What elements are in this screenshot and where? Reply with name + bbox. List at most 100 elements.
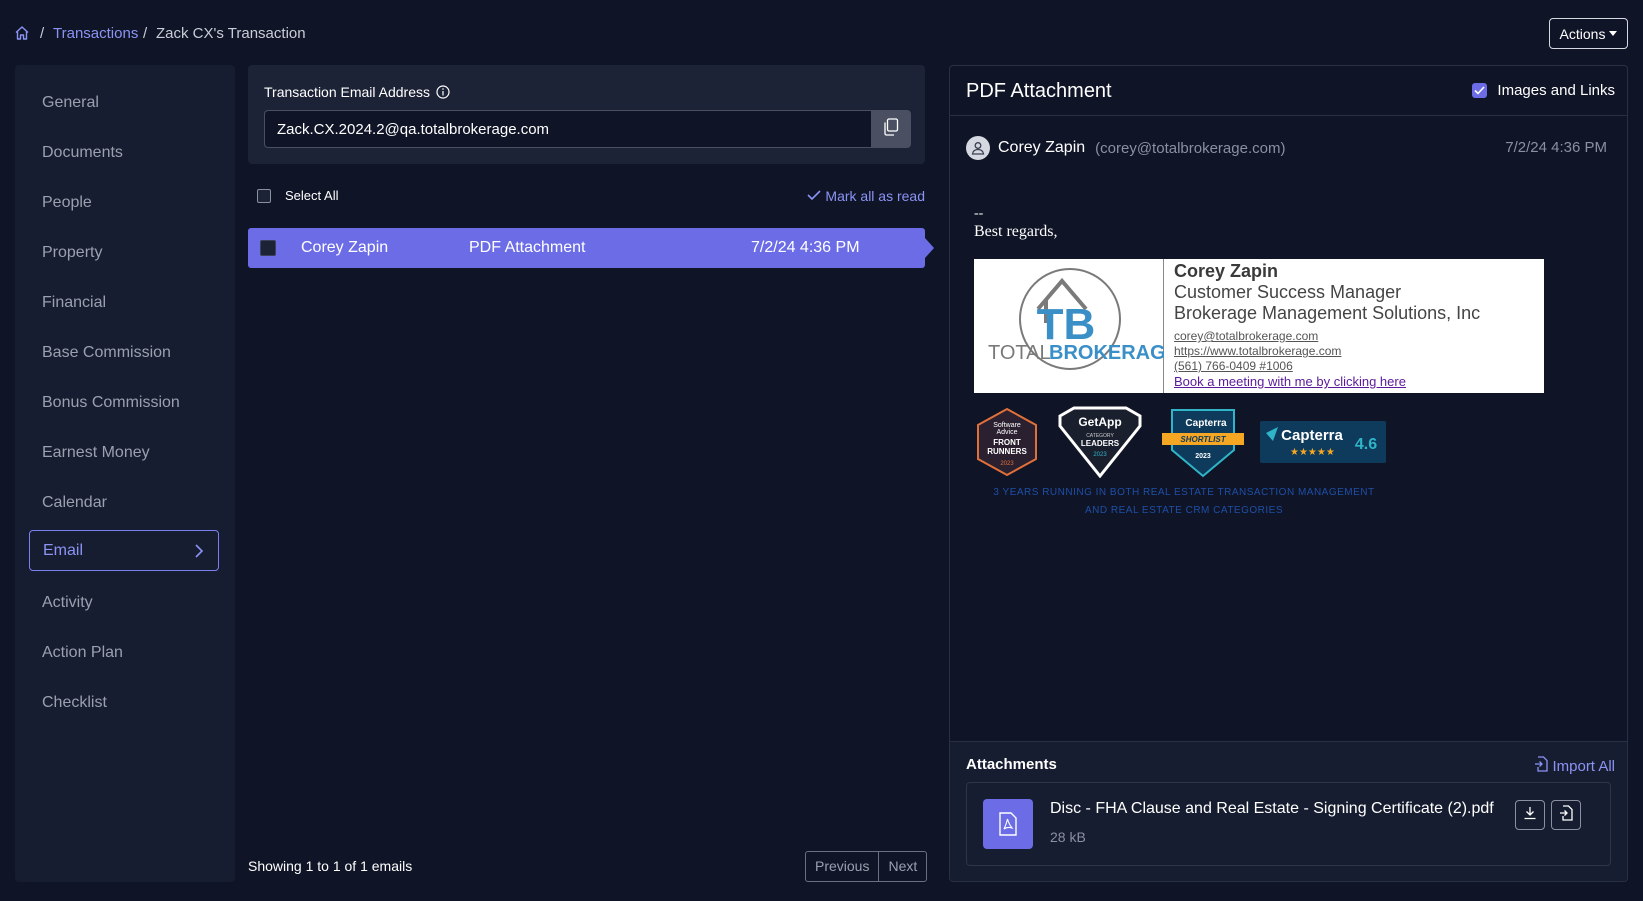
pagination: Previous Next bbox=[805, 851, 928, 882]
sa-year: 2023 bbox=[1000, 461, 1014, 467]
previous-button[interactable]: Previous bbox=[806, 852, 878, 881]
sidebar-item-email[interactable]: Email bbox=[29, 530, 219, 571]
home-icon[interactable] bbox=[14, 25, 30, 41]
body-dash: -- bbox=[974, 206, 984, 221]
email-list-row[interactable]: Corey Zapin PDF Attachment 7/2/24 4:36 P… bbox=[248, 228, 934, 268]
email-preview-panel: PDF Attachment Images and Links Corey Za… bbox=[949, 65, 1628, 882]
row-date: 7/2/24 4:36 PM bbox=[751, 239, 860, 256]
signature-role: Customer Success Manager bbox=[1174, 282, 1402, 302]
sender-email: (corey@totalbrokerage.com) bbox=[1095, 139, 1286, 157]
caret-down-icon bbox=[1609, 31, 1618, 36]
user-avatar-icon bbox=[966, 136, 990, 160]
import-file-icon bbox=[1559, 805, 1573, 825]
sa-line3: FRONT bbox=[993, 438, 1021, 447]
transaction-email-label-text: Transaction Email Address bbox=[264, 84, 430, 100]
capterra-rating-badge: Capterra ★★★★★ 4.6 bbox=[1260, 421, 1386, 463]
chevron-right-icon bbox=[192, 543, 206, 559]
signature-phone-link[interactable]: (561) 766-0409 #1006 bbox=[1174, 359, 1480, 374]
signature-website-link[interactable]: https://www.totalbrokerage.com bbox=[1174, 344, 1480, 359]
sidebar-item-label: Documents bbox=[42, 143, 123, 161]
award-line2: AND REAL ESTATE CRM CATEGORIES bbox=[1085, 505, 1283, 516]
check-icon bbox=[807, 188, 821, 204]
sidebar-item-label: People bbox=[42, 193, 92, 211]
images-links-checkbox[interactable] bbox=[1472, 83, 1488, 98]
breadcrumb-separator: / bbox=[40, 25, 45, 42]
row-sender: Corey Zapin bbox=[301, 239, 389, 256]
sender-name: Corey Zapin bbox=[998, 139, 1086, 156]
award-line1: 3 YEARS RUNNING IN BOTH REAL ESTATE TRAN… bbox=[993, 487, 1375, 498]
sa-line1: Software bbox=[993, 422, 1021, 429]
cr-brand: Capterra bbox=[1281, 427, 1343, 444]
sidebar-item-action-plan[interactable]: Action Plan bbox=[29, 632, 219, 673]
info-icon[interactable] bbox=[436, 85, 450, 99]
sidebar-item-label: Action Plan bbox=[42, 643, 123, 661]
signature-meeting-link[interactable]: Book a meeting with me by clicking here bbox=[1174, 374, 1480, 389]
ga-year: 2023 bbox=[1093, 452, 1107, 458]
rating-stars-icon: ★★★★★ bbox=[1290, 447, 1335, 458]
sidebar-item-general[interactable]: General bbox=[29, 82, 219, 123]
transaction-email-card: Transaction Email Address bbox=[248, 65, 925, 164]
signature-company: Brokerage Management Solutions, Inc bbox=[1174, 303, 1481, 323]
sender-block: Corey Zapin (corey@totalbrokerage.com) bbox=[966, 136, 1285, 160]
images-links-toggle[interactable]: Images and Links bbox=[1472, 82, 1615, 99]
sidebar-item-label: Activity bbox=[42, 593, 93, 611]
row-subject: PDF Attachment bbox=[469, 239, 586, 256]
signature-email-link[interactable]: corey@totalbrokerage.com bbox=[1174, 329, 1480, 344]
sidebar-item-label: Email bbox=[43, 541, 84, 559]
sidebar-item-label: Earnest Money bbox=[42, 443, 150, 461]
software-advice-badge: Software Advice FRONT RUNNERS 2023 bbox=[977, 407, 1037, 477]
import-all-label: Import All bbox=[1552, 757, 1615, 775]
pdf-file-icon bbox=[983, 799, 1033, 849]
showing-count: Showing 1 to 1 of 1 emails bbox=[248, 858, 413, 874]
transaction-email-field[interactable] bbox=[264, 110, 872, 148]
total-brokerage-logo: TB TOTAL BROKERAGE bbox=[974, 259, 1179, 393]
sidebar-item-checklist[interactable]: Checklist bbox=[29, 682, 219, 723]
sidebar-item-activity[interactable]: Activity bbox=[29, 582, 219, 623]
sidebar-item-label: General bbox=[42, 93, 99, 111]
copy-icon bbox=[883, 118, 899, 140]
sidebar-item-bonus-commission[interactable]: Bonus Commission bbox=[29, 382, 219, 423]
breadcrumb-separator: / bbox=[143, 25, 148, 42]
sidebar-item-label: Financial bbox=[42, 293, 107, 311]
import-all-button[interactable]: Import All bbox=[1534, 756, 1615, 776]
sidebar-item-earnest-money[interactable]: Earnest Money bbox=[29, 432, 219, 473]
sidebar-item-base-commission[interactable]: Base Commission bbox=[29, 332, 219, 373]
ga-line2: LEADERS bbox=[1081, 439, 1120, 448]
breadcrumb-transactions-link[interactable]: Transactions bbox=[53, 25, 138, 42]
select-all-checkbox[interactable] bbox=[257, 189, 271, 203]
download-button[interactable] bbox=[1515, 800, 1545, 830]
download-icon bbox=[1523, 806, 1537, 824]
award-caption: 3 YEARS RUNNING IN BOTH REAL ESTATE TRAN… bbox=[974, 484, 1394, 520]
sa-line4: RUNNERS bbox=[987, 447, 1027, 456]
email-signature: TB TOTAL BROKERAGE Corey Zapin Customer … bbox=[974, 259, 1544, 393]
sidebar-item-financial[interactable]: Financial bbox=[29, 282, 219, 323]
actions-label: Actions bbox=[1559, 25, 1606, 42]
sidebar-item-calendar[interactable]: Calendar bbox=[29, 482, 219, 523]
images-links-label: Images and Links bbox=[1497, 82, 1615, 99]
breadcrumb-current: Zack CX's Transaction bbox=[156, 25, 306, 42]
mark-all-read-button[interactable]: Mark all as read bbox=[807, 188, 925, 204]
preview-date: 7/2/24 4:36 PM bbox=[1505, 139, 1607, 156]
sidebar-item-property[interactable]: Property bbox=[29, 232, 219, 273]
cs-year: 2023 bbox=[1195, 453, 1211, 460]
next-button[interactable]: Next bbox=[878, 852, 926, 881]
sidebar-item-people[interactable]: People bbox=[29, 182, 219, 223]
capterra-shortlist-badge: Capterra SHORTLIST 2023 bbox=[1162, 409, 1244, 478]
top-bar: / Transactions / Zack CX's Transaction A… bbox=[0, 0, 1643, 64]
sidebar-item-label: Checklist bbox=[42, 693, 107, 711]
mark-all-read-label: Mark all as read bbox=[825, 188, 925, 204]
sa-line2: Advice bbox=[996, 429, 1017, 436]
award-badges: Software Advice FRONT RUNNERS 2023 GetAp… bbox=[974, 406, 1386, 478]
cs-ribbon: SHORTLIST bbox=[1180, 435, 1226, 444]
logo-text-total: TOTAL bbox=[988, 342, 1051, 364]
copy-button[interactable] bbox=[871, 110, 911, 148]
actions-dropdown-button[interactable]: Actions bbox=[1549, 18, 1628, 49]
row-checkbox[interactable] bbox=[260, 240, 276, 256]
cr-score: 4.6 bbox=[1355, 436, 1377, 453]
sidebar: General Documents People Property Financ… bbox=[15, 65, 235, 882]
import-button[interactable] bbox=[1551, 800, 1581, 830]
select-all-label: Select All bbox=[285, 188, 339, 203]
body-regards: Best regards, bbox=[974, 223, 1058, 240]
preview-subject: PDF Attachment bbox=[966, 80, 1112, 102]
sidebar-item-documents[interactable]: Documents bbox=[29, 132, 219, 173]
